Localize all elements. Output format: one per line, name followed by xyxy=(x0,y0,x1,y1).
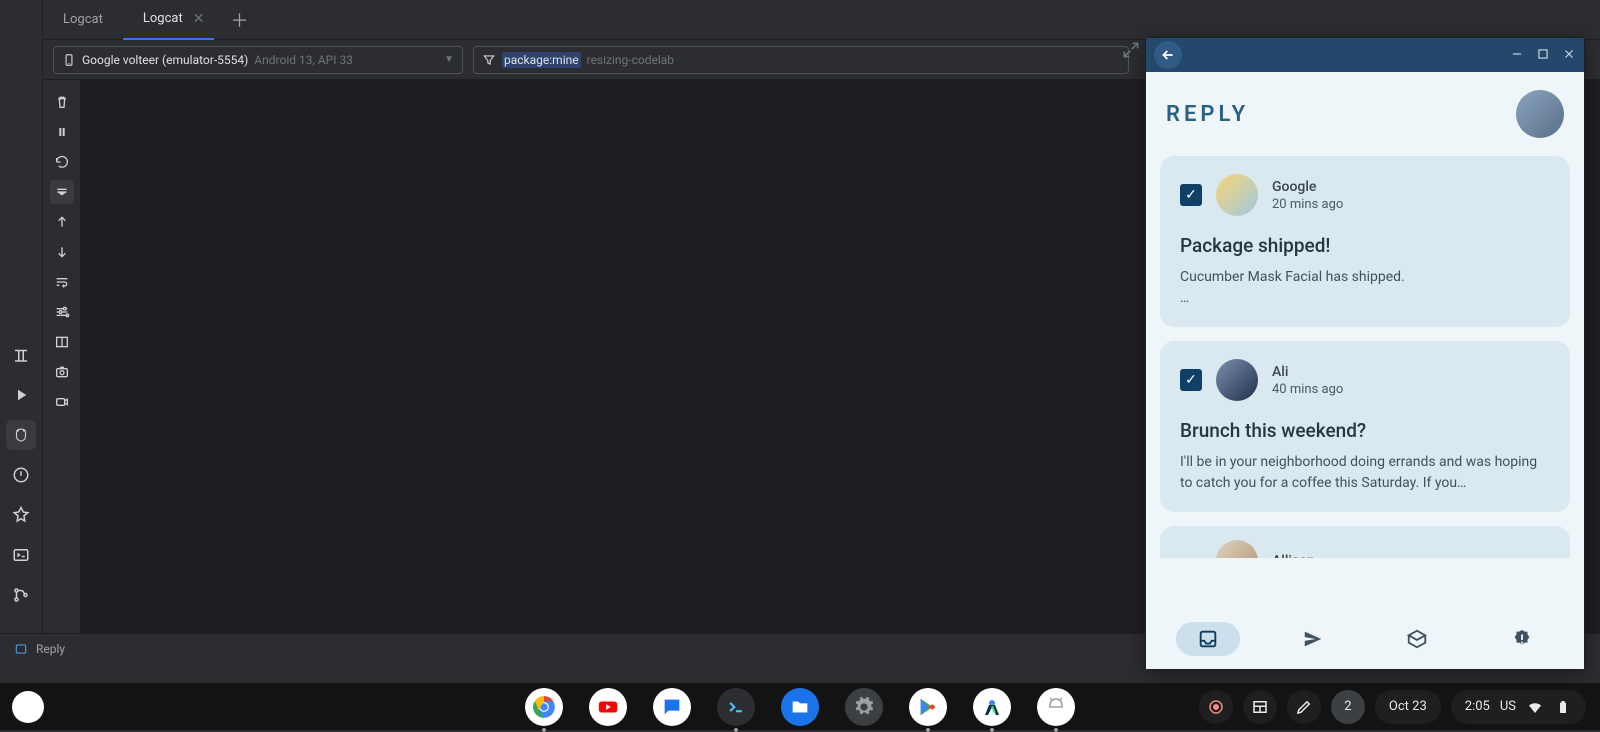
emulator-window: REPLY ✓ Google 20 mins ago Package shipp… xyxy=(1145,37,1585,670)
mail-body: Cucumber Mask Facial has shipped. … xyxy=(1180,267,1550,309)
device-selector[interactable]: Google volteer (emulator-5554) Android 1… xyxy=(53,46,463,74)
app-title: REPLY xyxy=(1166,102,1249,127)
sender-avatar xyxy=(1216,540,1258,558)
chrome-icon[interactable] xyxy=(525,688,563,726)
checkbox-icon[interactable]: ✓ xyxy=(1180,184,1202,206)
sender-avatar xyxy=(1216,359,1258,401)
run-tool[interactable] xyxy=(6,380,36,410)
clear-log-button[interactable] xyxy=(50,90,74,114)
logcat-filter-input[interactable]: package:mine resizing-codelab xyxy=(473,46,1129,74)
system-tray: 2 Oct 23 2:05 US xyxy=(1199,690,1600,724)
mail-card-3[interactable]: Allison xyxy=(1160,526,1570,558)
next-button[interactable] xyxy=(50,240,74,264)
android-icon[interactable] xyxy=(1037,688,1075,726)
bottom-nav xyxy=(1146,609,1584,669)
tab-logcat-2[interactable]: Logcat✕ xyxy=(123,0,215,40)
sender-name: Ali xyxy=(1272,364,1343,380)
project-icon xyxy=(14,642,28,656)
os-taskbar: 2 Oct 23 2:05 US xyxy=(0,683,1600,730)
vcs-tool[interactable] xyxy=(6,580,36,610)
battery-icon xyxy=(1554,698,1572,716)
terminal-tool[interactable] xyxy=(6,540,36,570)
resize-handle-icon[interactable] xyxy=(1121,40,1141,60)
text-tool[interactable] xyxy=(6,340,36,370)
tray-layout-button[interactable] xyxy=(1243,690,1277,724)
files-icon[interactable] xyxy=(781,688,819,726)
project-name: Reply xyxy=(36,642,65,656)
app-content: REPLY ✓ Google 20 mins ago Package shipp… xyxy=(1146,72,1584,609)
mail-subject: Package shipped! xyxy=(1180,234,1550,257)
mail-time: 40 mins ago xyxy=(1272,382,1343,397)
close-window-button[interactable] xyxy=(1562,46,1576,65)
sender-name: Google xyxy=(1272,179,1343,195)
mail-card-1[interactable]: ✓ Google 20 mins ago Package shipped! Cu… xyxy=(1160,156,1570,327)
restart-log-button[interactable] xyxy=(50,150,74,174)
tray-badge[interactable]: 2 xyxy=(1331,690,1365,724)
tab-bar: Logcat Logcat✕ ＋ xyxy=(43,0,1600,40)
nav-drafts[interactable] xyxy=(1385,622,1449,656)
filter-icon xyxy=(482,53,496,67)
mail-subject: Brunch this weekend? xyxy=(1180,419,1550,442)
tray-pen-button[interactable] xyxy=(1287,690,1321,724)
tray-stop-button[interactable] xyxy=(1199,690,1233,724)
split-button[interactable] xyxy=(50,330,74,354)
sender-avatar xyxy=(1216,174,1258,216)
new-tab-button[interactable]: ＋ xyxy=(224,5,254,35)
maximize-button[interactable] xyxy=(1536,46,1550,65)
nav-sent[interactable] xyxy=(1281,622,1345,656)
device-name: Google volteer (emulator-5554) xyxy=(82,53,248,67)
nav-inbox[interactable] xyxy=(1176,622,1240,656)
tray-date[interactable]: Oct 23 xyxy=(1375,690,1441,724)
tab-logcat-1[interactable]: Logcat xyxy=(43,0,123,40)
mail-card-2[interactable]: ✓ Ali 40 mins ago Brunch this weekend? I… xyxy=(1160,341,1570,512)
logcat-side-tools xyxy=(43,80,81,633)
settings-icon[interactable] xyxy=(845,688,883,726)
sender-name: Allison xyxy=(1272,553,1315,558)
close-tab-icon[interactable]: ✕ xyxy=(193,11,205,27)
filter-text: resizing-codelab xyxy=(587,53,674,67)
device-api: Android 13, API 33 xyxy=(254,53,353,67)
logcat-tool[interactable] xyxy=(6,420,36,450)
softwrap-button[interactable] xyxy=(50,270,74,294)
youtube-icon[interactable] xyxy=(589,688,627,726)
inspector-tool[interactable] xyxy=(6,500,36,530)
nav-spam[interactable] xyxy=(1490,622,1554,656)
checkbox-icon[interactable]: ✓ xyxy=(1180,369,1202,391)
prev-button[interactable] xyxy=(50,210,74,234)
screenshot-button[interactable] xyxy=(50,360,74,384)
emulator-titlebar xyxy=(1146,38,1584,72)
dock xyxy=(525,688,1075,726)
pause-log-button[interactable] xyxy=(50,120,74,144)
back-button[interactable] xyxy=(1154,41,1182,69)
launcher-button[interactable] xyxy=(12,691,44,723)
chat-icon[interactable] xyxy=(653,688,691,726)
tray-status[interactable]: 2:05 US xyxy=(1451,690,1586,724)
mail-time: 20 mins ago xyxy=(1272,197,1343,212)
mail-body: I'll be in your neighborhood doing erran… xyxy=(1180,452,1550,494)
minimize-button[interactable] xyxy=(1510,46,1524,65)
settings-log-button[interactable] xyxy=(50,300,74,324)
device-icon xyxy=(62,53,76,67)
profile-avatar[interactable] xyxy=(1516,90,1564,138)
wifi-icon xyxy=(1526,698,1544,716)
play-store-icon[interactable] xyxy=(909,688,947,726)
filter-tag: package:mine xyxy=(502,52,581,68)
terminal-dock-icon[interactable] xyxy=(717,688,755,726)
ide-left-tool-strip xyxy=(0,0,43,663)
chevron-down-icon: ▼ xyxy=(444,54,454,65)
problems-tool[interactable] xyxy=(6,460,36,490)
scroll-end-button[interactable] xyxy=(50,180,74,204)
record-button[interactable] xyxy=(50,390,74,414)
android-studio-icon[interactable] xyxy=(973,688,1011,726)
app-header: REPLY xyxy=(1156,90,1574,156)
